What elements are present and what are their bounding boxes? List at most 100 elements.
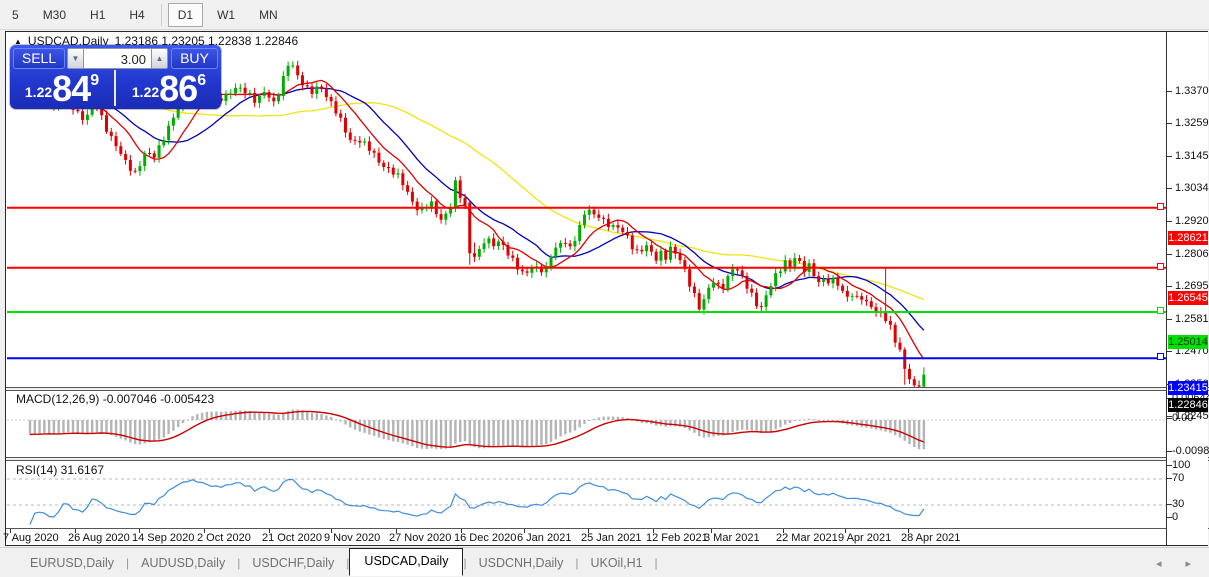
candle-body	[550, 257, 553, 267]
macd-histogram-bar	[913, 420, 915, 447]
candle-body	[253, 93, 256, 103]
macd-histogram-bar	[703, 420, 705, 437]
candle-body	[444, 214, 447, 220]
timeframe-button-m30[interactable]: M30	[33, 3, 76, 27]
timeframe-button-w1[interactable]: W1	[207, 3, 245, 27]
date-label: 9 Nov 2020	[324, 532, 380, 544]
price-axis[interactable]: 1.337001.325901.314501.303401.292001.280…	[1167, 32, 1208, 545]
candle-body	[507, 245, 510, 256]
macd-histogram-bar	[712, 420, 714, 436]
candle-body	[588, 210, 591, 215]
macd-tick-dash	[1167, 451, 1172, 452]
macd-histogram-bar	[167, 420, 169, 434]
candle-body	[846, 291, 849, 297]
price-tick-dash	[1167, 188, 1172, 189]
macd-histogram-bar	[559, 420, 561, 437]
macd-histogram-bar	[445, 420, 447, 449]
candle-body	[554, 248, 557, 257]
candle-body	[138, 166, 141, 171]
macd-histogram-bar	[316, 413, 318, 420]
price-tick-label: 1.28060	[1175, 248, 1209, 260]
tab-usdcad-daily[interactable]: USDCAD,Daily	[349, 548, 463, 576]
candle-body	[511, 256, 514, 258]
price-tick-dash	[1167, 351, 1172, 352]
timeframe-button-h4[interactable]: H4	[119, 3, 154, 27]
candle-body	[449, 208, 452, 213]
macd-histogram-bar	[899, 420, 901, 438]
date-label: 6 Jan 2021	[517, 532, 571, 544]
candle-body	[224, 94, 227, 101]
macd-histogram-bar	[861, 420, 863, 427]
macd-histogram-bar	[402, 420, 404, 443]
macd-histogram-bar	[206, 412, 208, 420]
volume-increase-button[interactable]: ▲	[151, 48, 168, 69]
candle-body	[769, 286, 772, 295]
candle-body	[593, 210, 596, 215]
tab-usdcnh-daily[interactable]: USDCNH,Daily	[467, 552, 576, 574]
candle-body	[478, 249, 481, 257]
candle-body	[865, 300, 868, 302]
macd-histogram-bar	[158, 420, 160, 440]
candle-body	[645, 245, 648, 251]
macd-histogram-bar	[239, 410, 241, 420]
volume-input[interactable]: 3.00	[84, 48, 151, 69]
tab-usdchf-daily[interactable]: USDCHF,Daily	[240, 552, 346, 574]
candle-body	[143, 153, 146, 166]
candle-body	[822, 279, 825, 282]
candle-body	[115, 136, 118, 146]
candle-body	[827, 279, 830, 284]
candle-body	[779, 271, 782, 273]
macd-histogram-bar	[545, 420, 547, 444]
candle-body	[110, 132, 113, 136]
ask-price[interactable]: 1.22866	[117, 69, 221, 107]
macd-rsi-divider[interactable]	[6, 457, 1209, 461]
tab-audusd-daily[interactable]: AUDUSD,Daily	[129, 552, 237, 574]
macd-histogram-bar	[373, 420, 375, 436]
candle-body	[693, 287, 696, 294]
price-tick-dash	[1167, 319, 1172, 320]
date-label: 27 Nov 2020	[389, 532, 451, 544]
bid-price[interactable]: 1.22849	[10, 69, 114, 107]
timeframe-button-d1[interactable]: D1	[168, 3, 203, 27]
tab-eurusd-daily[interactable]: EURUSD,Daily	[18, 552, 126, 574]
candle-body	[607, 219, 610, 227]
candle-body	[789, 260, 792, 267]
chart-macd-divider[interactable]	[6, 387, 1209, 391]
sell-button[interactable]: SELL	[13, 48, 65, 69]
tabs-scroll-right-icon[interactable]: ▸	[1185, 557, 1191, 570]
timeframe-button-h1[interactable]: H1	[80, 3, 115, 27]
macd-histogram-bar	[789, 420, 791, 423]
candle-body	[746, 276, 749, 289]
candle-body	[234, 88, 237, 94]
candle-body	[898, 343, 901, 350]
level-endpoint-marker	[1157, 203, 1164, 210]
macd-histogram-bar	[230, 411, 232, 420]
macd-histogram-bar	[430, 420, 432, 448]
candle-body	[583, 215, 586, 225]
macd-histogram-bar	[406, 420, 408, 445]
macd-histogram-bar	[335, 419, 337, 420]
candle-body	[325, 89, 328, 97]
tabs-scroll-left-icon[interactable]: ◂	[1156, 557, 1162, 570]
macd-histogram-bar	[330, 417, 332, 420]
macd-histogram-bar	[182, 420, 184, 423]
volume-decrease-button[interactable]: ▼	[67, 48, 84, 69]
macd-histogram-bar	[512, 420, 514, 446]
tab-ukoil-h1[interactable]: UKOil,H1	[578, 552, 654, 574]
macd-axis-label: 0.00	[1172, 412, 1193, 424]
candle-body	[832, 278, 835, 283]
candle-body	[578, 225, 581, 241]
ask-price-pip: 6	[197, 72, 206, 104]
macd-histogram-bar	[34, 420, 36, 434]
timeframe-button-5[interactable]: 5	[2, 3, 29, 27]
candle-body	[86, 115, 89, 120]
macd-histogram-bar	[344, 420, 346, 424]
date-label: 26 Aug 2020	[68, 532, 130, 544]
bid-price-prefix: 1.22	[25, 84, 52, 104]
candle-body	[258, 96, 261, 103]
timeframe-button-mn[interactable]: MN	[249, 3, 288, 27]
ask-price-prefix: 1.22	[132, 84, 159, 104]
buy-button[interactable]: BUY	[171, 48, 218, 69]
ask-price-main: 86	[159, 74, 197, 104]
macd-histogram-bar	[172, 420, 174, 431]
